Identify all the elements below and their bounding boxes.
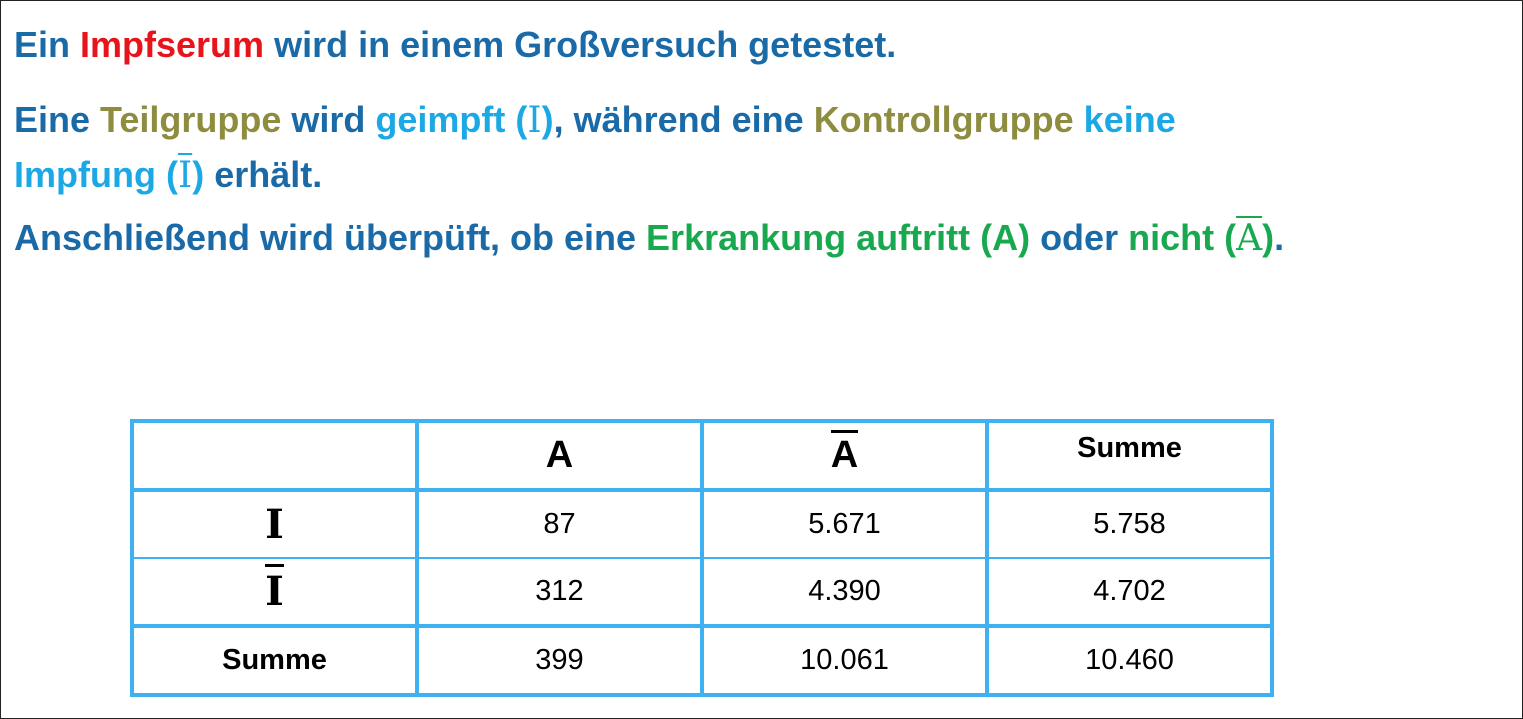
- cell-i-a: 87: [415, 489, 704, 559]
- teilgruppe-highlight: Teilgruppe: [100, 99, 282, 140]
- cell-sum-a: 399: [415, 624, 704, 696]
- table-row-sum: Summe 399 10.061 10.460: [131, 624, 1274, 696]
- table-row: I 312 4.390 4.702: [131, 557, 1274, 627]
- contingency-table: A A Summe I 87 5.671 5.758 I 312 4.390 4…: [130, 419, 1274, 697]
- group-sentence-line-2: Impfung (I) erhält.: [14, 154, 323, 196]
- symbol-i-bar: I: [177, 155, 193, 196]
- cell-sum-summe: 10.460: [985, 624, 1274, 696]
- outcome-sentence: Anschließend wird überpüft, ob eine Erkr…: [14, 217, 1285, 259]
- header-a-bar: A: [701, 420, 988, 492]
- table-row: I 87 5.671 5.758: [131, 489, 1274, 559]
- impfserum-highlight: Impfserum: [80, 24, 265, 65]
- intro-sentence: Ein Impfserum wird in einem Großversuch …: [14, 24, 897, 65]
- cell-i-summe: 5.758: [985, 489, 1274, 559]
- row-label-summe: Summe: [131, 624, 418, 696]
- geimpft-highlight: geimpft (I): [375, 99, 554, 141]
- nicht-highlight: nicht (A): [1128, 217, 1275, 259]
- header-empty-cell: [131, 420, 418, 492]
- header-summe: Summe: [985, 420, 1274, 492]
- group-sentence-line-1: Eine Teilgruppe wird geimpft (I), währen…: [14, 99, 1176, 141]
- keine-highlight: keine: [1083, 99, 1176, 140]
- cell-i-abar: 5.671: [701, 489, 988, 559]
- cell-ibar-a: 312: [415, 557, 704, 627]
- cell-ibar-abar: 4.390: [701, 557, 988, 627]
- erkrankung-highlight: Erkrankung auftritt (A): [646, 217, 1031, 258]
- kontrollgruppe-highlight: Kontrollgruppe: [813, 99, 1074, 140]
- cell-sum-abar: 10.061: [701, 624, 988, 696]
- row-label-i: I: [131, 489, 418, 559]
- header-a: A: [415, 420, 704, 492]
- row-label-i-bar: I: [131, 557, 418, 627]
- impfung-highlight: Impfung (I): [14, 154, 205, 196]
- table-header-row: A A Summe: [131, 420, 1274, 492]
- cell-ibar-summe: 4.702: [985, 557, 1274, 627]
- symbol-a-bar: A: [1236, 218, 1263, 259]
- symbol-i: I: [527, 100, 542, 141]
